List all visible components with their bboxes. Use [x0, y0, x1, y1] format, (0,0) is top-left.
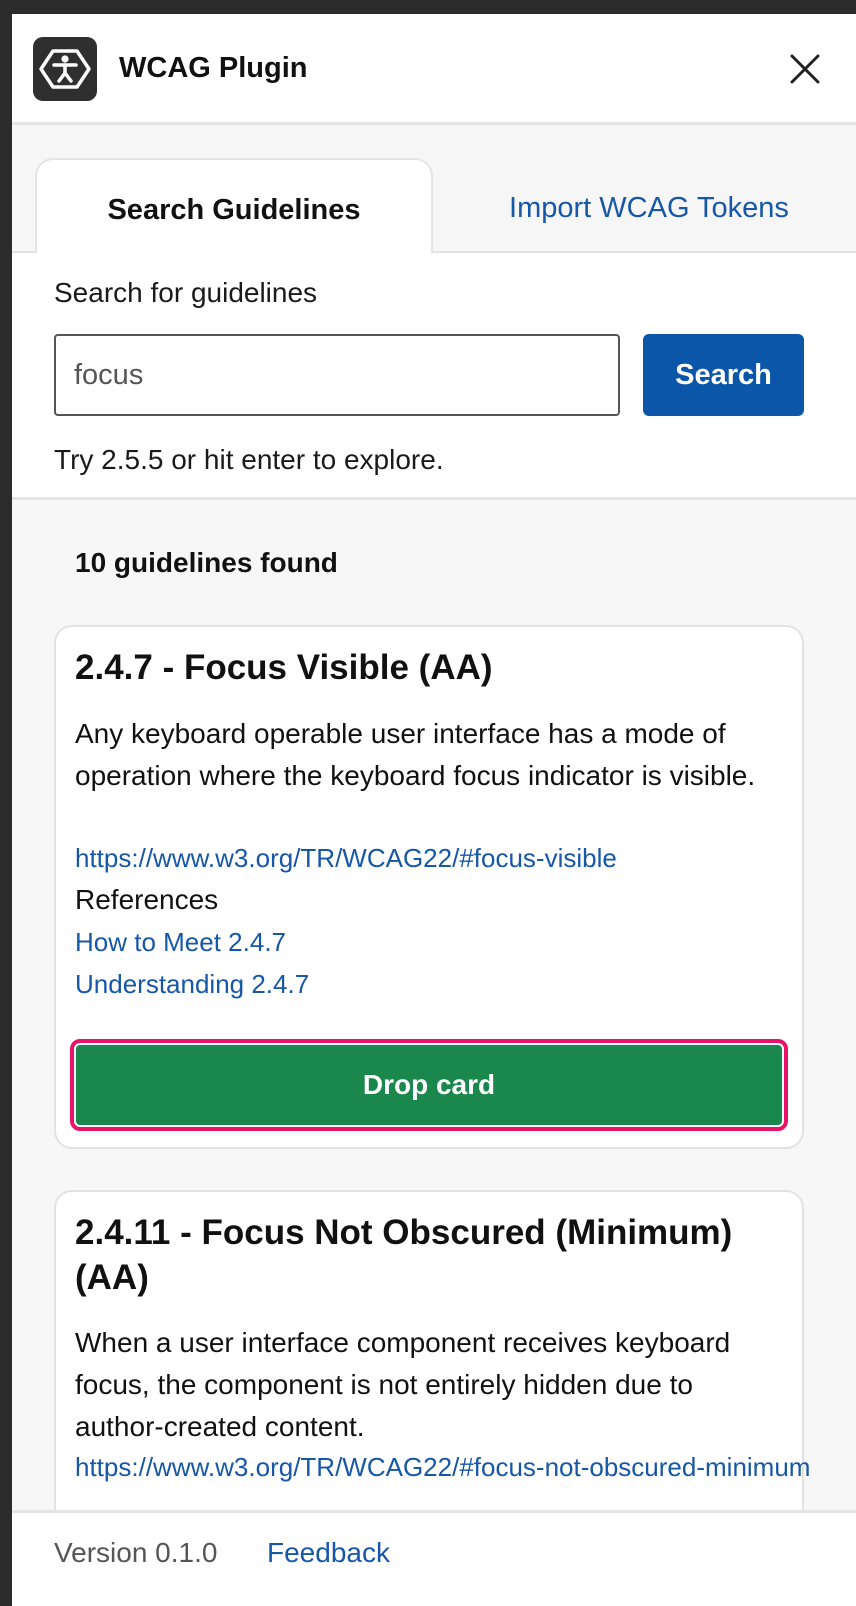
guideline-title: 2.4.11 - Focus Not Obscured (Minimum) (A… — [75, 1213, 733, 1297]
accessibility-person-icon — [33, 37, 97, 101]
tab-import-wcag-tokens[interactable]: Import WCAG Tokens — [449, 158, 849, 251]
guideline-url-link[interactable]: https://www.w3.org/TR/WCAG22/#focus-visi… — [75, 840, 617, 876]
understanding-link[interactable]: Understanding 2.4.7 — [75, 966, 309, 1002]
header: WCAG Plugin — [12, 14, 856, 125]
guideline-title: 2.4.7 - Focus Visible (AA) — [75, 648, 493, 687]
search-hint: Try 2.5.5 or hit enter to explore. — [54, 444, 444, 475]
search-label: Search for guidelines — [54, 277, 318, 308]
guideline-description: Any keyboard operable user interface has… — [75, 718, 756, 791]
drop-card-button[interactable]: Drop card — [70, 1039, 788, 1131]
results-count: 10 guidelines found — [75, 547, 338, 578]
references-label: References — [75, 884, 219, 915]
tab-search-guidelines[interactable]: Search Guidelines — [35, 158, 433, 255]
results-list[interactable]: 10 guidelines found 2.4.7 - Focus Visibl… — [12, 500, 856, 1510]
guideline-description: When a user interface component receives… — [75, 1327, 731, 1442]
close-icon[interactable] — [787, 51, 823, 87]
guideline-card: 2.4.11 - Focus Not Obscured (Minimum) (A… — [54, 1190, 810, 1510]
how-to-meet-link[interactable]: How to Meet 2.4.7 — [75, 924, 286, 960]
version-text: Version 0.1.0 — [54, 1537, 218, 1568]
drop-card-label: Drop card — [76, 1045, 782, 1125]
guideline-card: 2.4.7 - Focus Visible (AA) Any keyboard … — [54, 625, 804, 1149]
guideline-url-link[interactable]: https://www.w3.org/TR/WCAG22/#focus-not-… — [75, 1449, 810, 1485]
footer: Version 0.1.0 Feedback — [12, 1510, 856, 1606]
search-section: Search for guidelines Search Try 2.5.5 o… — [12, 253, 856, 500]
tab-label: Import WCAG Tokens — [509, 192, 789, 224]
tab-bar: Search Guidelines Import WCAG Tokens — [12, 125, 856, 255]
tab-label: Search Guidelines — [107, 194, 361, 226]
search-input[interactable] — [54, 334, 620, 416]
plugin-panel: WCAG Plugin Search Guidelines Import WCA… — [12, 14, 856, 1606]
search-button[interactable]: Search — [643, 334, 804, 416]
app-title: WCAG Plugin — [119, 52, 308, 84]
feedback-link[interactable]: Feedback — [267, 1535, 390, 1571]
